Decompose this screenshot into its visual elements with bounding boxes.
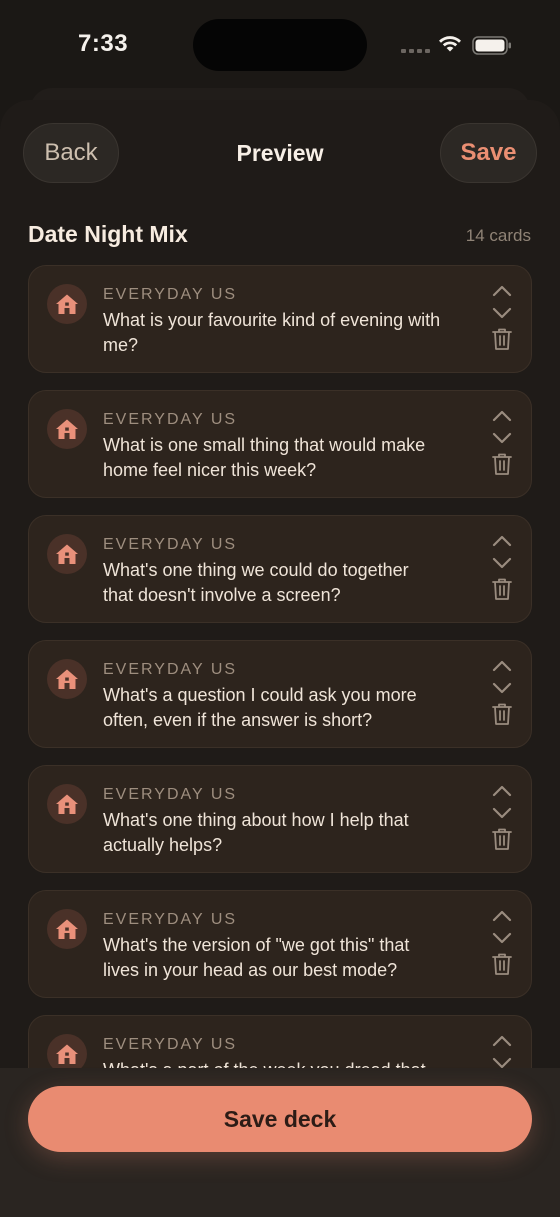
dynamic-island	[193, 19, 367, 71]
deck-card-count: 14 cards	[465, 226, 531, 245]
card-item[interactable]: EVERYDAY US What is your favourite kind …	[28, 265, 532, 373]
card-category: EVERYDAY US	[103, 1036, 238, 1053]
move-up-icon[interactable]	[491, 284, 513, 298]
battery-icon	[472, 36, 511, 55]
move-down-icon[interactable]	[491, 806, 513, 820]
card-category: EVERYDAY US	[103, 411, 238, 428]
wifi-icon	[439, 36, 461, 52]
move-down-icon[interactable]	[491, 306, 513, 320]
trash-icon[interactable]	[491, 702, 513, 726]
save-button[interactable]: Save	[440, 123, 537, 183]
card-category: EVERYDAY US	[103, 661, 238, 678]
card-question: What is one small thing that would make …	[103, 435, 426, 480]
status-time: 7:33	[78, 30, 129, 57]
card-category: EVERYDAY US	[103, 536, 238, 553]
trash-icon[interactable]	[491, 452, 513, 476]
save-deck-button[interactable]: Save deck	[28, 1086, 532, 1152]
trash-icon[interactable]	[491, 952, 513, 976]
card-question: What's one thing about how I help that a…	[103, 810, 409, 855]
card-question: What is your favourite kind of evening w…	[103, 310, 441, 355]
deck-title: Date Night Mix	[28, 221, 188, 247]
trash-icon[interactable]	[491, 577, 513, 601]
move-up-icon[interactable]	[491, 1034, 513, 1048]
home-icon	[47, 909, 87, 949]
card-item[interactable]: EVERYDAY US What's a question I could as…	[28, 640, 532, 748]
trash-icon[interactable]	[491, 827, 513, 851]
move-down-icon[interactable]	[491, 556, 513, 570]
home-icon	[47, 284, 87, 324]
cellular-signal-icon	[401, 49, 430, 53]
card-category: EVERYDAY US	[103, 786, 238, 803]
home-icon	[47, 659, 87, 699]
card-category: EVERYDAY US	[103, 286, 238, 303]
home-icon	[47, 534, 87, 574]
card-category: EVERYDAY US	[103, 911, 238, 928]
move-up-icon[interactable]	[491, 909, 513, 923]
bottom-action-bar: Save deck	[0, 1068, 560, 1217]
card-item[interactable]: EVERYDAY US What's the version of "we go…	[28, 890, 532, 998]
move-down-icon[interactable]	[491, 681, 513, 695]
preview-sheet: Back Preview Save Date Night Mix 14 card…	[0, 100, 560, 1217]
status-bar: 7:33	[0, 0, 560, 90]
card-item[interactable]: EVERYDAY US What's one thing about how I…	[28, 765, 532, 873]
card-item[interactable]: EVERYDAY US What's one thing we could do…	[28, 515, 532, 623]
card-question: What's the version of "we got this" that…	[103, 935, 410, 980]
trash-icon[interactable]	[491, 327, 513, 351]
card-question: What's one thing we could do together th…	[103, 560, 409, 605]
move-up-icon[interactable]	[491, 409, 513, 423]
move-up-icon[interactable]	[491, 784, 513, 798]
card-question: What's a question I could ask you more o…	[103, 685, 417, 730]
move-up-icon[interactable]	[491, 534, 513, 548]
home-icon	[47, 409, 87, 449]
move-down-icon[interactable]	[491, 931, 513, 945]
move-down-icon[interactable]	[491, 431, 513, 445]
home-icon	[47, 784, 87, 824]
move-up-icon[interactable]	[491, 659, 513, 673]
card-item[interactable]: EVERYDAY US What is one small thing that…	[28, 390, 532, 498]
